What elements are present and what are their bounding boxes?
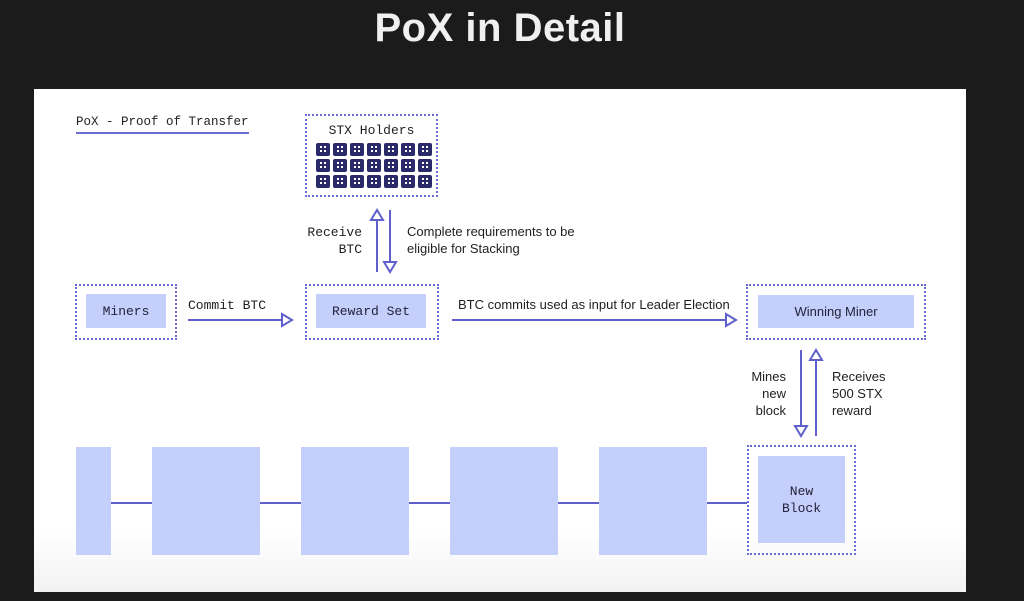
- connector-layer: [111, 208, 824, 504]
- slide-title: PoX in Detail: [374, 6, 626, 50]
- mines-arrowhead: [793, 425, 809, 438]
- receive-btc-arrowhead: [369, 208, 385, 221]
- receives-arrowhead: [808, 348, 824, 361]
- commit-btc-arrowhead: [281, 312, 294, 328]
- diagram-panel: PoX - Proof of Transfer STX Holders Mine…: [34, 89, 966, 592]
- leader-election-arrowhead: [725, 312, 738, 328]
- requirements-arrowhead: [382, 261, 398, 274]
